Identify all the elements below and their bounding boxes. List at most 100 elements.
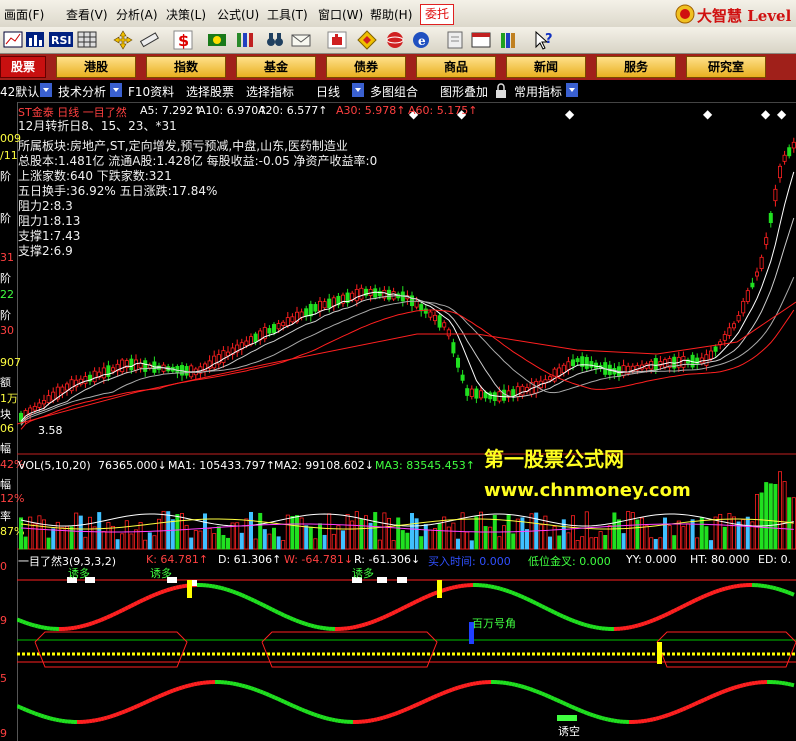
func-default[interactable]: 42默认 (0, 83, 39, 100)
turning-marker: ◆ (777, 107, 787, 121)
lock-icon[interactable] (494, 83, 508, 99)
kd-wave-upper (664, 611, 669, 617)
menu-decision[interactable]: 决策(L) (166, 6, 206, 23)
chevron-down-icon[interactable] (110, 83, 122, 97)
volume-bar (304, 525, 309, 550)
kd-wave-upper (724, 585, 729, 591)
kd-wave-lower (421, 699, 426, 705)
menu-analyze[interactable]: 分析(A) (116, 6, 158, 23)
kd-wave-lower (703, 696, 708, 702)
hand-icon[interactable] (326, 29, 348, 50)
chart-icon[interactable] (2, 29, 24, 50)
candle-body (428, 311, 433, 318)
kd-wave-upper (727, 585, 732, 590)
volume-bar (244, 518, 249, 550)
tab-news[interactable]: 新闻 (506, 56, 586, 78)
tab-service[interactable]: 服务 (596, 56, 676, 78)
volume-bar (212, 533, 217, 550)
menu-help[interactable]: 帮助(H) (370, 6, 412, 23)
kd-wave-lower (706, 695, 711, 701)
func-overlay[interactable]: 图形叠加 (440, 83, 488, 100)
menu-formula[interactable]: 公式(U) (217, 6, 259, 23)
volume-bar (170, 519, 175, 550)
candle-body (244, 340, 249, 346)
kd-wave-lower (559, 699, 564, 705)
order-button[interactable]: 委托 (420, 4, 454, 25)
kd-wave-upper (718, 587, 723, 593)
ruler-icon[interactable] (138, 29, 160, 50)
support-2: 支撑2:6.9 (18, 244, 73, 258)
menu-display[interactable]: 画面(F) (4, 6, 44, 23)
func-select-indicator[interactable]: 选择指标 (246, 83, 294, 100)
kd-wave-upper (430, 591, 435, 597)
kd-wave-upper (448, 585, 453, 591)
candle-body (561, 364, 566, 373)
kd-wave-lower (691, 702, 696, 708)
kd-wave-upper (580, 621, 585, 627)
volume-bar (630, 512, 635, 550)
menu-view[interactable]: 查看(V) (66, 6, 108, 23)
tab-stocks[interactable]: 股票 (0, 56, 46, 78)
volume-bar (340, 530, 345, 550)
kd-wave-lower (727, 686, 732, 692)
volume-bar (663, 517, 668, 550)
kd-wave-lower (307, 710, 312, 716)
tab-hk-stocks[interactable]: 港股 (56, 56, 136, 78)
kd-wave-upper (691, 598, 696, 604)
menu-window[interactable]: 窗口(W) (318, 6, 363, 23)
kd-wave-upper (646, 619, 651, 625)
func-select-stock[interactable]: 选择股票 (186, 83, 234, 100)
chevron-down-icon[interactable] (566, 83, 578, 97)
left-label: 率 (0, 510, 11, 523)
tab-funds[interactable]: 基金 (236, 56, 316, 78)
tab-index[interactable]: 指数 (146, 56, 226, 78)
help-icon[interactable]: ? (532, 29, 554, 50)
kd-wave-lower (163, 691, 168, 697)
func-common-indicator[interactable]: 常用指标 (514, 83, 562, 100)
info-icon[interactable]: e (410, 29, 432, 50)
kd-wave-upper (112, 611, 117, 617)
columns-icon[interactable] (234, 29, 256, 50)
kd-wave-upper (313, 624, 318, 629)
kd-wave-lower (574, 706, 579, 712)
chevron-down-icon[interactable] (352, 83, 364, 97)
kd-wave-upper (274, 609, 279, 615)
rsi-icon[interactable]: RSI (48, 29, 74, 50)
candle-body (248, 336, 253, 345)
globe-icon[interactable] (384, 29, 406, 50)
volume-bar (391, 540, 396, 550)
grid-icon[interactable] (76, 29, 98, 50)
kd-wave-upper (76, 624, 81, 630)
diamond-icon[interactable] (356, 29, 378, 50)
tab-research[interactable]: 研究室 (686, 56, 766, 78)
kd-wave-lower (55, 717, 60, 723)
binoculars-icon[interactable] (264, 29, 286, 50)
books-icon[interactable] (498, 29, 520, 50)
window-icon[interactable] (470, 29, 492, 50)
kd-wave-upper (298, 619, 303, 625)
page-icon[interactable] (444, 29, 466, 50)
candle-body (60, 386, 65, 394)
candle-body (478, 390, 483, 399)
func-multi-chart[interactable]: 多图组合 (370, 83, 418, 100)
volume-bar (557, 535, 562, 550)
func-daily[interactable]: 日线 (316, 83, 340, 100)
bar-stats-icon[interactable] (24, 29, 46, 50)
kd-wave-upper (661, 613, 666, 619)
kd-wave-upper (400, 605, 405, 611)
kd-wave-lower (169, 688, 174, 694)
kd-wave-lower (136, 703, 141, 709)
kd-wave-upper (121, 607, 126, 613)
kd-wave-lower (508, 681, 513, 686)
move-icon[interactable] (112, 29, 134, 50)
mail-icon[interactable] (290, 29, 312, 50)
money-icon[interactable] (206, 29, 228, 50)
tab-bonds[interactable]: 债券 (326, 56, 406, 78)
menu-tools[interactable]: 工具(T) (267, 6, 308, 23)
func-tech-analysis[interactable]: 技术分析 (58, 83, 106, 100)
func-f10[interactable]: F10资料 (128, 83, 174, 100)
chevron-down-icon[interactable] (40, 83, 52, 97)
kd-wave-lower (151, 696, 156, 702)
dollar-icon[interactable]: $ (172, 29, 194, 50)
tab-commodities[interactable]: 商品 (416, 56, 496, 78)
